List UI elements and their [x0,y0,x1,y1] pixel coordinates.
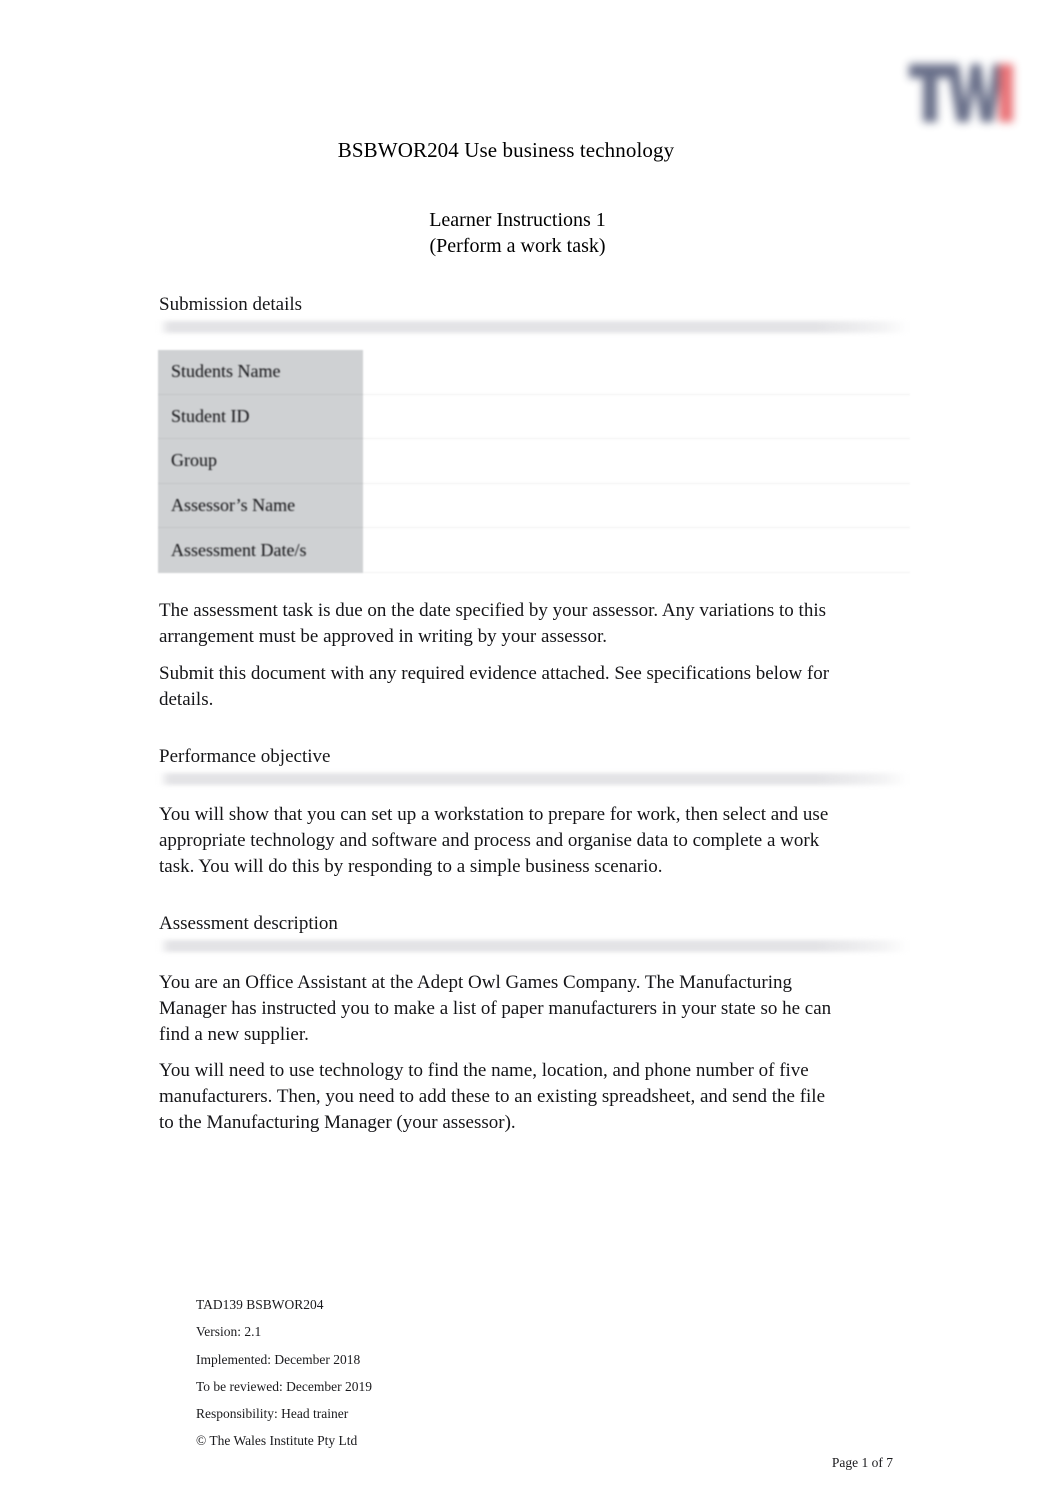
field-label-assessors-name: Assessor’s Name [158,483,363,529]
page-number: Page 1 of 7 [831,1455,893,1470]
footer-responsibility: Responsibility: Head trainer [196,1406,349,1422]
field-value-students-name[interactable] [363,350,910,395]
assessment-description-paragraph-1: You are an Office Assistant at the Adept… [159,972,832,1045]
document-footer: TAD139 BSBWOR204 Version: 2.1 Implemente… [196,1291,372,1455]
section-submission-details: Submission details [159,293,909,333]
field-value-assessors-name[interactable] [363,483,910,529]
assessment-description-paragraph-2: You will need to use technology to find … [159,1060,826,1133]
table-row: Assessment Date/s [158,528,910,573]
performance-objective-paragraph: You will show that you can set up a work… [159,804,829,877]
section-divider [159,321,909,333]
field-value-assessment-dates[interactable] [363,528,910,573]
field-label-student-id: Student ID [158,394,363,440]
field-label-group: Group [158,439,363,484]
section-assessment-description: Assessment description [159,912,909,952]
table-row: Group [158,439,910,484]
field-label-assessment-dates: Assessment Date/s [158,528,363,573]
table-row: Student ID [158,394,910,440]
submission-paragraph-2: Submit this document with any required e… [159,663,830,710]
submission-paragraph-1: The assessment task is due on the date s… [159,600,826,647]
footer-code: TAD139 BSBWOR204 [196,1297,324,1312]
field-value-group[interactable] [363,439,910,484]
table-row: Students Name [158,350,910,395]
subtitle-line-2: (Perform a work task) [429,235,606,257]
table-row: Assessor’s Name [158,483,910,529]
document-page: BSBWOR204 Use business technology Learne… [0,0,1062,1506]
section-heading-assessment-description: Assessment description [159,913,338,934]
field-value-student-id[interactable] [363,394,910,440]
footer-implemented: Implemented: December 2018 [196,1351,361,1367]
document-subtitle: Learner Instructions 1 (Perform a work t… [0,207,1035,259]
twi-logo [903,50,1019,138]
subtitle-line-1: Learner Instructions 1 [429,209,606,231]
footer-review-date: To be reviewed: December 2019 [196,1378,372,1394]
section-divider [159,773,909,785]
section-heading-performance-objective: Performance objective [159,746,331,767]
field-label-students-name: Students Name [158,350,363,395]
footer-version: Version: 2.1 [196,1324,262,1340]
document-title: BSBWOR204 Use business technology [337,138,675,162]
footer-copyright: © The Wales Institute Pty Ltd [196,1433,358,1449]
section-performance-objective: Performance objective [159,745,909,785]
section-divider [159,940,909,952]
section-heading-submission-details: Submission details [159,294,303,315]
submission-details-table: Students Name Student ID Group Assessor’… [158,350,910,582]
